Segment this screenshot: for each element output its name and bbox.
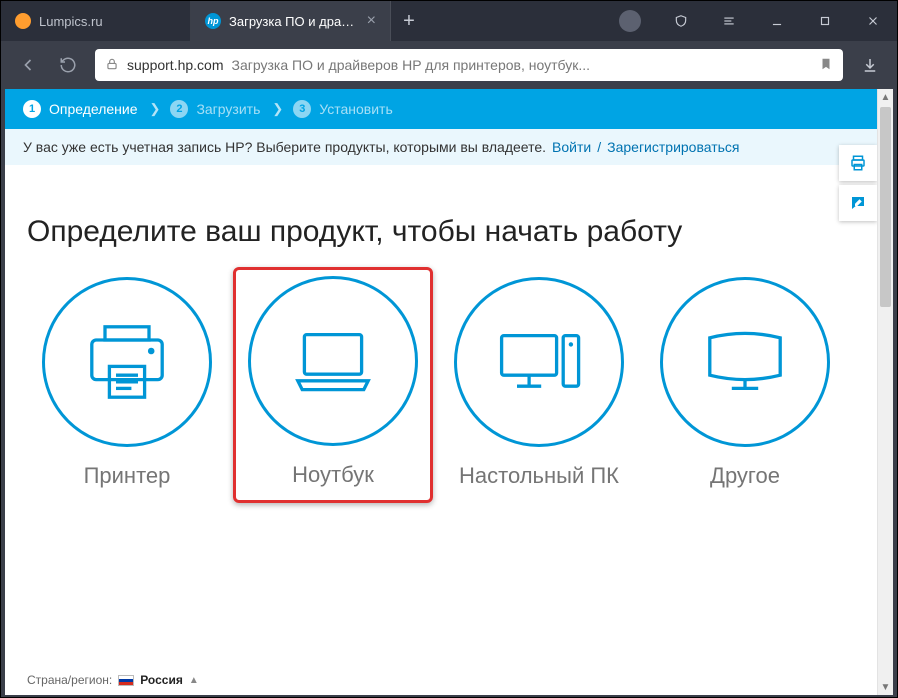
chevron-up-icon: ▲ (189, 675, 199, 686)
scroll-down-icon[interactable]: ▼ (878, 679, 893, 695)
product-label: Принтер (35, 463, 219, 489)
profile-avatar[interactable] (619, 10, 641, 32)
region-prefix: Страна/регион: (27, 673, 112, 687)
crumb-step-2[interactable]: 2 Загрузить ❯ (170, 100, 283, 118)
vertical-scrollbar[interactable]: ▲ ▼ (877, 89, 893, 695)
login-prompt: У вас уже есть учетная запись HP? Выбери… (23, 139, 546, 155)
product-printer[interactable]: Принтер (27, 267, 227, 503)
product-grid: Принтер Ноутбук (27, 267, 855, 503)
shield-icon[interactable] (657, 1, 705, 41)
chevron-right-icon: ❯ (272, 101, 283, 117)
browser-titlebar: Lumpics.ru hp Загрузка ПО и драйвер × + (1, 1, 897, 41)
tab-close-icon[interactable]: × (367, 12, 376, 30)
scroll-up-icon[interactable]: ▲ (878, 89, 893, 105)
product-other[interactable]: Другое (645, 267, 845, 503)
desktop-icon (454, 277, 624, 447)
tab-label: Lumpics.ru (39, 14, 176, 29)
url-domain: support.hp.com (127, 57, 224, 73)
region-selector[interactable]: Страна/регион: Россия ▲ (27, 673, 199, 687)
crumb-step-3[interactable]: 3 Установить (293, 100, 392, 118)
login-banner: У вас уже есть учетная запись HP? Выбери… (5, 129, 877, 165)
url-path: Загрузка ПО и драйверов HP для принтеров… (232, 57, 812, 73)
laptop-icon (248, 276, 418, 446)
separator: / (597, 139, 601, 155)
breadcrumb: 1 Определение ❯ 2 Загрузить ❯ 3 Установи… (5, 89, 877, 129)
tab-label: Загрузка ПО и драйвер (229, 14, 359, 29)
crumb-label: Загрузить (196, 101, 260, 117)
crumb-number: 1 (23, 100, 41, 118)
window-close[interactable] (849, 1, 897, 41)
bookmark-icon[interactable] (819, 57, 833, 74)
product-label: Ноутбук (240, 462, 426, 488)
page-title: Определите ваш продукт, чтобы начать раб… (27, 215, 855, 249)
product-label: Другое (653, 463, 837, 489)
region-name: Россия (140, 673, 183, 687)
address-bar[interactable]: support.hp.com Загрузка ПО и драйверов H… (95, 49, 843, 81)
browser-toolbar: support.hp.com Загрузка ПО и драйверов H… (1, 41, 897, 89)
favicon-lumpics (15, 13, 31, 29)
window-minimize[interactable] (753, 1, 801, 41)
crumb-number: 2 (170, 100, 188, 118)
crumb-label: Установить (319, 101, 392, 117)
crumb-step-1[interactable]: 1 Определение ❯ (23, 100, 160, 118)
window-maximize[interactable] (801, 1, 849, 41)
page-content: 1 Определение ❯ 2 Загрузить ❯ 3 Установи… (5, 89, 877, 695)
register-link[interactable]: Зарегистрироваться (607, 139, 739, 155)
product-desktop[interactable]: Настольный ПК (439, 267, 639, 503)
nav-reload-button[interactable] (55, 52, 81, 78)
printer-icon (42, 277, 212, 447)
page-viewport: 1 Определение ❯ 2 Загрузить ❯ 3 Установи… (5, 89, 893, 695)
monitor-icon (660, 277, 830, 447)
new-tab-button[interactable]: + (391, 1, 427, 41)
lock-icon (105, 57, 119, 74)
product-label: Настольный ПК (447, 463, 631, 489)
menu-icon[interactable] (705, 1, 753, 41)
crumb-label: Определение (49, 101, 138, 117)
crumb-number: 3 (293, 100, 311, 118)
nav-back-button[interactable] (15, 52, 41, 78)
flag-russia-icon (118, 675, 134, 686)
chevron-right-icon: ❯ (150, 101, 161, 117)
downloads-button[interactable] (857, 52, 883, 78)
tab-lumpics[interactable]: Lumpics.ru (1, 1, 191, 41)
signin-link[interactable]: Войти (552, 139, 591, 155)
scroll-thumb[interactable] (880, 107, 891, 307)
favicon-hp: hp (205, 13, 221, 29)
tab-hp-support[interactable]: hp Загрузка ПО и драйвер × (191, 1, 391, 41)
product-laptop[interactable]: Ноутбук (233, 267, 433, 503)
